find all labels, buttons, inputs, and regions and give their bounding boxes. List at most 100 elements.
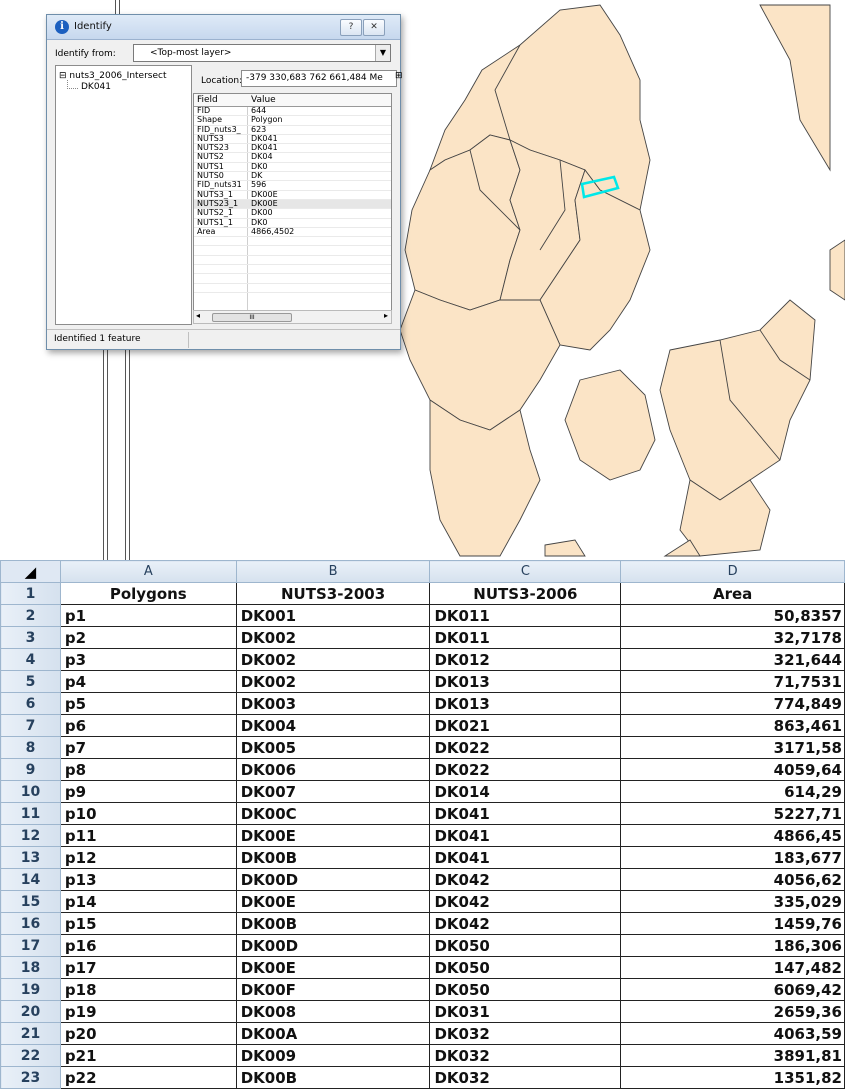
area-cell[interactable]: 147,482 bbox=[620, 956, 845, 979]
location-field[interactable]: -379 330,683 762 661,484 Me bbox=[241, 70, 397, 87]
nuts3-2003-cell[interactable]: DK008 bbox=[235, 1000, 431, 1023]
nuts3-2006-cell[interactable]: DK042 bbox=[429, 912, 622, 935]
region-funen[interactable] bbox=[564, 369, 656, 481]
nuts3-2003-cell[interactable]: DK002 bbox=[235, 648, 431, 671]
row-header[interactable]: 3 bbox=[0, 626, 61, 649]
area-cell[interactable]: 183,677 bbox=[620, 846, 845, 869]
nuts3-2003-cell[interactable]: DK001 bbox=[235, 604, 431, 627]
area-cell[interactable]: 3171,58 bbox=[620, 736, 845, 759]
row-header[interactable]: 8 bbox=[0, 736, 61, 759]
row-header[interactable]: 9 bbox=[0, 758, 61, 781]
nuts3-2003-cell[interactable]: DK009 bbox=[235, 1044, 431, 1067]
area-cell[interactable]: 1459,76 bbox=[620, 912, 845, 935]
row-header[interactable]: 10 bbox=[0, 780, 61, 803]
nuts3-2003-cell[interactable]: DK004 bbox=[235, 714, 431, 737]
select-all-corner[interactable]: ◢ bbox=[0, 560, 61, 583]
nuts3-2006-cell[interactable]: DK012 bbox=[429, 648, 622, 671]
nuts3-2006-cell[interactable]: DK050 bbox=[429, 978, 622, 1001]
polygon-cell[interactable]: p1 bbox=[59, 604, 237, 627]
polygon-cell[interactable]: p19 bbox=[59, 1000, 237, 1023]
identify-window[interactable]: i Identify ? ✕ Identify from: <Top-most … bbox=[46, 14, 403, 350]
row-header[interactable]: 19 bbox=[0, 978, 61, 1001]
row-header[interactable]: 22 bbox=[0, 1044, 61, 1067]
nuts3-2006-cell[interactable]: DK022 bbox=[429, 736, 622, 759]
area-cell[interactable]: 50,8357 bbox=[620, 604, 845, 627]
row-header[interactable]: 20 bbox=[0, 1000, 61, 1023]
nuts3-2003-cell[interactable]: DK00E bbox=[235, 956, 431, 979]
header-cell-polygons[interactable]: Polygons bbox=[59, 582, 237, 605]
area-cell[interactable]: 335,029 bbox=[620, 890, 845, 913]
row-header[interactable]: 21 bbox=[0, 1022, 61, 1045]
polygon-cell[interactable]: p8 bbox=[59, 758, 237, 781]
row-header[interactable]: 17 bbox=[0, 934, 61, 957]
area-cell[interactable]: 4059,64 bbox=[620, 758, 845, 781]
header-cell-nuts3-2003[interactable]: NUTS3-2003 bbox=[235, 582, 431, 605]
area-cell[interactable]: 186,306 bbox=[620, 934, 845, 957]
nuts3-2006-cell[interactable]: DK042 bbox=[429, 868, 622, 891]
location-menu-icon[interactable]: ⊞ bbox=[395, 71, 403, 81]
nuts3-2006-cell[interactable]: DK032 bbox=[429, 1022, 622, 1045]
polygon-cell[interactable]: p12 bbox=[59, 846, 237, 869]
title-bar[interactable]: i Identify ? ✕ bbox=[47, 15, 400, 40]
polygon-cell[interactable]: p16 bbox=[59, 934, 237, 957]
polygon-cell[interactable]: p14 bbox=[59, 890, 237, 913]
nuts3-2006-cell[interactable]: DK042 bbox=[429, 890, 622, 913]
area-cell[interactable]: 3891,81 bbox=[620, 1044, 845, 1067]
nuts3-2003-cell[interactable]: DK00C bbox=[235, 802, 431, 825]
nuts3-2006-cell[interactable]: DK050 bbox=[429, 934, 622, 957]
header-cell-area[interactable]: Area bbox=[620, 582, 845, 605]
nuts3-2003-cell[interactable]: DK005 bbox=[235, 736, 431, 759]
area-cell[interactable]: 4063,59 bbox=[620, 1022, 845, 1045]
area-cell[interactable]: 6069,42 bbox=[620, 978, 845, 1001]
polygon-cell[interactable]: p20 bbox=[59, 1022, 237, 1045]
polygon-cell[interactable]: p22 bbox=[59, 1066, 237, 1089]
polygon-cell[interactable]: p2 bbox=[59, 626, 237, 649]
scroll-left-icon[interactable]: ◂ bbox=[196, 311, 200, 320]
nuts3-2006-cell[interactable]: DK011 bbox=[429, 626, 622, 649]
polygon-cell[interactable]: p17 bbox=[59, 956, 237, 979]
row-header[interactable]: 5 bbox=[0, 670, 61, 693]
nuts3-2003-cell[interactable]: DK00B bbox=[235, 1066, 431, 1089]
grid-row[interactable]: Area 4866,4502 bbox=[194, 227, 391, 238]
sheet-table[interactable]: ◢ A B C D 1 Polygons NUTS3-2003 NUTS3-20… bbox=[0, 560, 845, 1089]
row-header[interactable]: 11 bbox=[0, 802, 61, 825]
row-header[interactable]: 7 bbox=[0, 714, 61, 737]
field-column-header[interactable]: Field bbox=[197, 95, 218, 105]
nuts3-2003-cell[interactable]: DK003 bbox=[235, 692, 431, 715]
region-zealand[interactable] bbox=[659, 299, 816, 501]
row-header[interactable]: 4 bbox=[0, 648, 61, 671]
area-cell[interactable]: 71,7531 bbox=[620, 670, 845, 693]
polygon-cell[interactable]: p15 bbox=[59, 912, 237, 935]
polygon-cell[interactable]: p5 bbox=[59, 692, 237, 715]
polygon-cell[interactable]: p4 bbox=[59, 670, 237, 693]
polygon-cell[interactable]: p21 bbox=[59, 1044, 237, 1067]
horizontal-scrollbar[interactable]: ◂ III ▸ bbox=[193, 310, 392, 324]
nuts3-2006-cell[interactable]: DK011 bbox=[429, 604, 622, 627]
identify-from-dropdown[interactable]: <Top-most layer> ▼ bbox=[133, 44, 391, 62]
polygon-cell[interactable]: p11 bbox=[59, 824, 237, 847]
area-cell[interactable]: 2659,36 bbox=[620, 1000, 845, 1023]
polygon-cell[interactable]: p13 bbox=[59, 868, 237, 891]
polygon-cell[interactable]: p7 bbox=[59, 736, 237, 759]
row-header[interactable]: 23 bbox=[0, 1066, 61, 1089]
nuts3-2003-cell[interactable]: DK00F bbox=[235, 978, 431, 1001]
nuts3-2003-cell[interactable]: DK007 bbox=[235, 780, 431, 803]
spreadsheet[interactable]: ◢ A B C D 1 Polygons NUTS3-2003 NUTS3-20… bbox=[0, 560, 845, 1089]
region-jutland-west[interactable] bbox=[404, 134, 521, 311]
area-cell[interactable]: 32,7178 bbox=[620, 626, 845, 649]
row-header[interactable]: 2 bbox=[0, 604, 61, 627]
row-header[interactable]: 12 bbox=[0, 824, 61, 847]
close-button[interactable]: ✕ bbox=[363, 19, 385, 36]
nuts3-2003-cell[interactable]: DK006 bbox=[235, 758, 431, 781]
area-cell[interactable]: 863,461 bbox=[620, 714, 845, 737]
value-column-header[interactable]: Value bbox=[251, 95, 276, 105]
nuts3-2003-cell[interactable]: DK002 bbox=[235, 670, 431, 693]
chevron-down-icon[interactable]: ▼ bbox=[375, 45, 390, 61]
nuts3-2003-cell[interactable]: DK00E bbox=[235, 890, 431, 913]
nuts3-2006-cell[interactable]: DK013 bbox=[429, 692, 622, 715]
nuts3-2006-cell[interactable]: DK032 bbox=[429, 1044, 622, 1067]
nuts3-2003-cell[interactable]: DK00A bbox=[235, 1022, 431, 1045]
polygon-cell[interactable]: p3 bbox=[59, 648, 237, 671]
column-header-d[interactable]: D bbox=[620, 560, 845, 583]
area-cell[interactable]: 774,849 bbox=[620, 692, 845, 715]
